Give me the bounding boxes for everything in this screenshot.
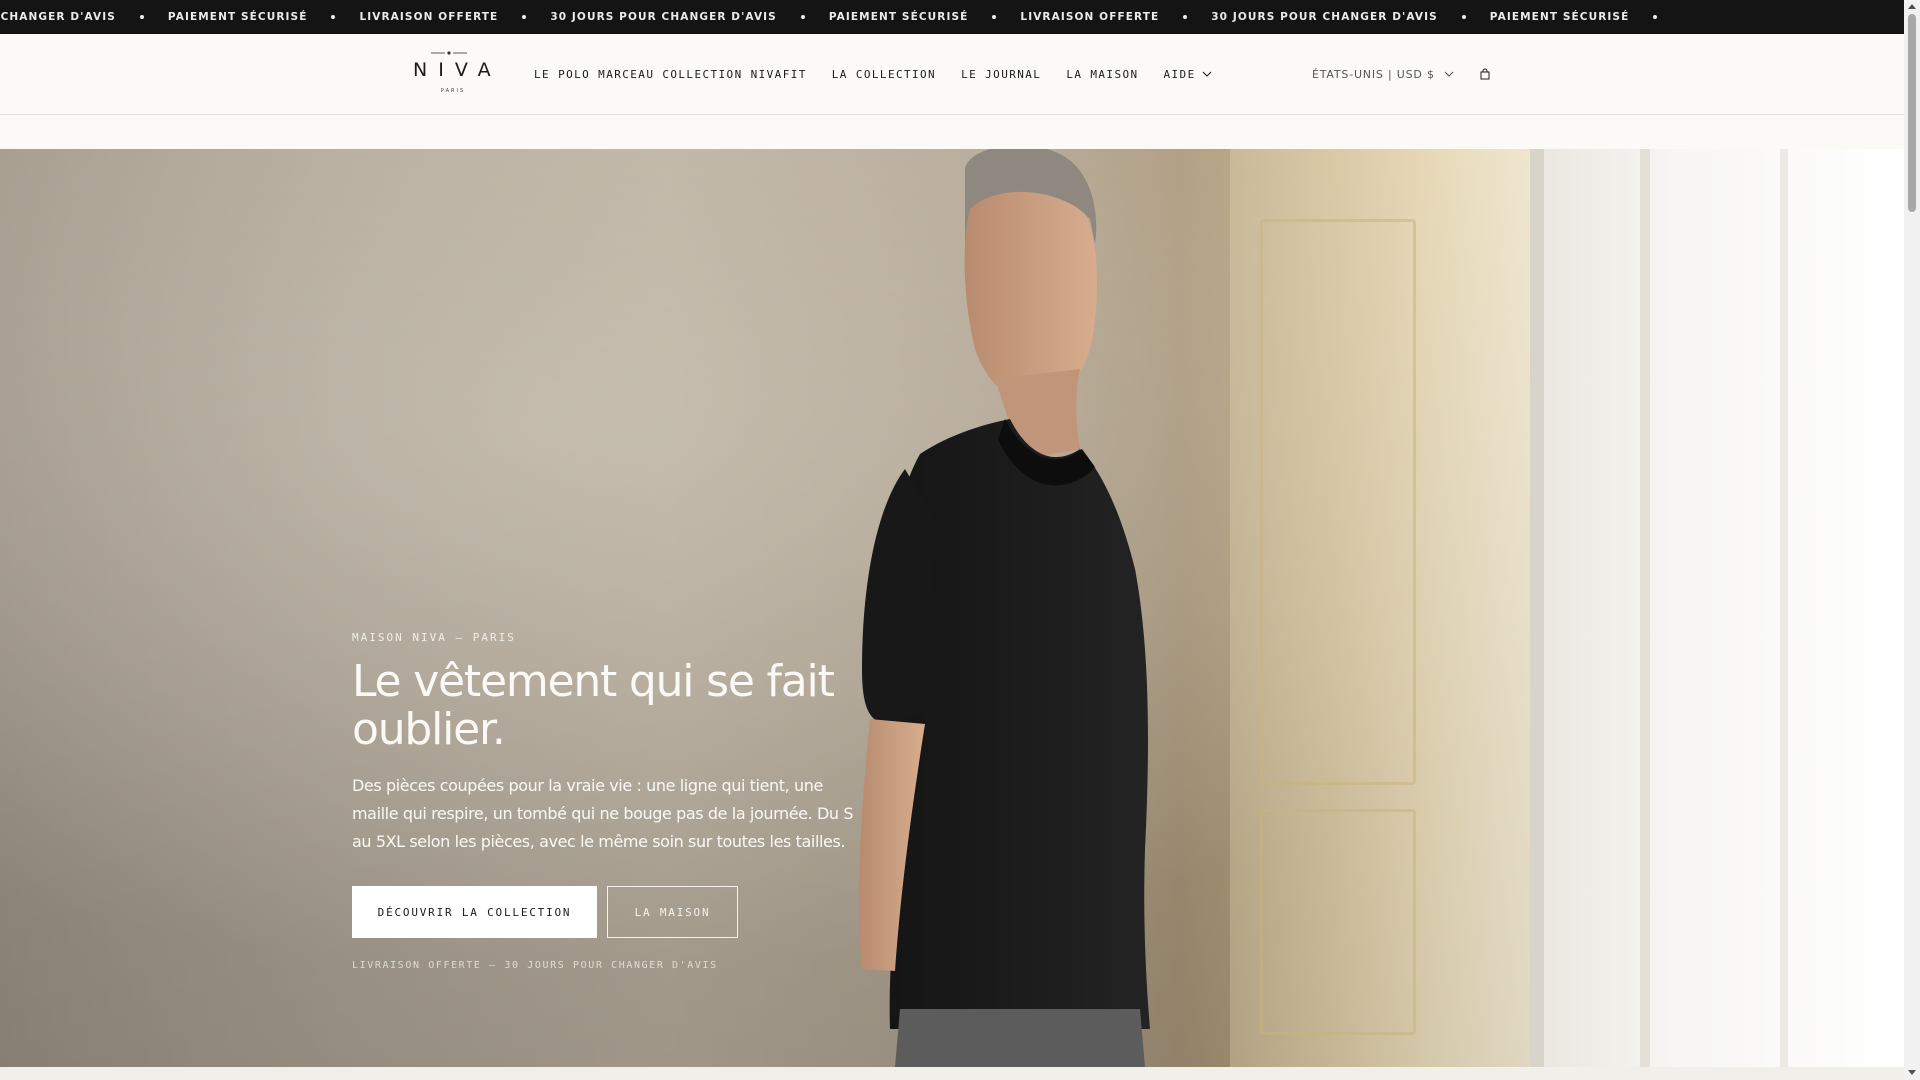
announcement-track: URS POUR CHANGER D'AVIS PAIEMENT SÉCURIS… — [0, 0, 1681, 34]
hero-body: Des pièces coupées pour la vraie vie : u… — [352, 776, 854, 851]
chevron-down-icon — [1202, 71, 1211, 77]
nav-item-aide[interactable]: AIDE — [1164, 68, 1212, 81]
window-frame — [1780, 149, 1788, 1067]
bullet-icon — [331, 15, 336, 19]
announcement-item: PAIEMENT SÉCURISÉ — [828, 11, 969, 23]
scroll-up-arrow-icon[interactable] — [1908, 4, 1916, 9]
hero-buttons: DÉCOUVRIR LA COLLECTION LA MAISON — [352, 886, 872, 938]
hero-section: MAISON NIVA — PARIS Le vêtement qui se f… — [0, 149, 1904, 1067]
logo-mark-icon — [431, 51, 467, 55]
locale-label: ÉTATS-UNIS | USD $ — [1312, 67, 1435, 81]
page: URS POUR CHANGER D'AVIS PAIEMENT SÉCURIS… — [0, 0, 1904, 1080]
chevron-down-icon — [1444, 71, 1454, 77]
nav-item-maison[interactable]: LA MAISON — [1066, 68, 1138, 81]
announcement-item: PAIEMENT SÉCURISÉ — [1489, 11, 1630, 23]
wall-moulding — [1260, 219, 1416, 785]
bullet-icon — [522, 15, 527, 19]
hero-shipping-note: LIVRAISON OFFERTE — 30 JOURS POUR CHANGE… — [352, 960, 718, 971]
window-background — [1530, 149, 1904, 1067]
locale-selector[interactable]: ÉTATS-UNIS | USD $ — [1312, 34, 1454, 114]
hero-headline: Le vêtement qui se fait oublier. — [352, 656, 835, 755]
nav-item-collection[interactable]: LA COLLECTION — [832, 68, 936, 81]
bullet-icon — [1653, 15, 1658, 19]
announcement-bar: URS POUR CHANGER D'AVIS PAIEMENT SÉCURIS… — [0, 0, 1904, 34]
announcement-item: URS POUR CHANGER D'AVIS — [0, 11, 116, 23]
next-section-edge — [0, 1067, 1904, 1080]
bullet-icon — [800, 15, 805, 19]
window-frame — [1530, 149, 1544, 1067]
announcement-item: 30 JOURS POUR CHANGER D'AVIS — [1211, 11, 1438, 23]
la-maison-button[interactable]: LA MAISON — [607, 886, 738, 938]
page-scrollbar[interactable] — [1904, 0, 1920, 1080]
bullet-icon — [1461, 15, 1466, 19]
nav-item-polo-marceau[interactable]: LE POLO MARCEAU COLLECTION NIVAFIT — [534, 68, 807, 81]
scroll-down-arrow-icon[interactable] — [1908, 1070, 1916, 1075]
announcement-item: PAIEMENT SÉCURISÉ — [167, 11, 308, 23]
announcement-item: 30 JOURS POUR CHANGER D'AVIS — [550, 11, 777, 23]
announcement-item: LIVRAISON OFFERTE — [1020, 11, 1160, 23]
hero-eyebrow: MAISON NIVA — PARIS — [352, 631, 516, 644]
site-header: NIVA PARIS LE POLO MARCEAU COLLECTION NI… — [0, 34, 1904, 115]
announcement-item: LIVRAISON OFFERTE — [359, 11, 499, 23]
main-nav: LE POLO MARCEAU COLLECTION NIVAFIT LA CO… — [534, 34, 1237, 114]
shopping-bag-icon[interactable] — [1479, 68, 1491, 80]
hero-content: MAISON NIVA — PARIS Le vêtement qui se f… — [352, 631, 872, 971]
window-frame — [1640, 149, 1650, 1067]
header-subbar — [0, 115, 1904, 149]
bullet-icon — [1183, 15, 1188, 19]
brand-logo[interactable]: NIVA PARIS — [405, 50, 501, 100]
bullet-icon — [139, 15, 144, 19]
scrollbar-thumb[interactable] — [1908, 14, 1916, 212]
logo-text: NIVA — [413, 59, 502, 81]
discover-collection-button[interactable]: DÉCOUVRIR LA COLLECTION — [352, 886, 597, 938]
logo-subtitle: PARIS — [440, 88, 466, 94]
nav-item-journal[interactable]: LE JOURNAL — [961, 68, 1041, 81]
bullet-icon — [992, 15, 997, 19]
nav-item-aide-label: AIDE — [1163, 67, 1196, 81]
wall-panel — [1230, 149, 1530, 1067]
wall-moulding — [1260, 809, 1416, 1035]
